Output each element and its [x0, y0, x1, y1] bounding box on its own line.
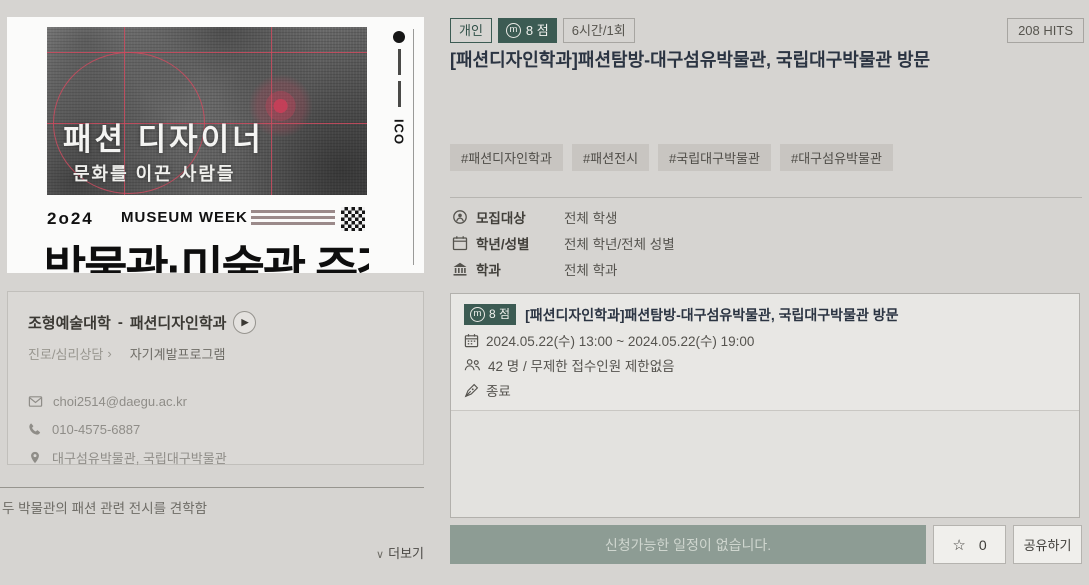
tag-item[interactable]: #패션디자인학과 — [450, 144, 563, 171]
favorite-button[interactable]: ☆ 0 — [933, 525, 1006, 564]
badge-row: 개인 m 8 점 6시간/1회 — [450, 18, 635, 43]
show-more-label: 더보기 — [388, 546, 424, 561]
chevron-down-icon: ∨ — [376, 549, 384, 561]
college-dept-separator: - — [118, 314, 123, 331]
poster-subheadline: 문화를 이끈 사람들 — [73, 160, 235, 186]
duration-badge: 6시간/1회 — [563, 18, 635, 43]
recruit-target-icon — [452, 209, 468, 225]
schedule-status-row: 종료 — [464, 380, 1066, 400]
people-icon — [464, 358, 481, 372]
score-badge: m 8 점 — [498, 18, 557, 43]
schedule-capacity: 42 명 / 무제한 접수인원 제한없음 — [488, 355, 675, 375]
score-badge-label: 8 점 — [526, 22, 549, 39]
info-rows: 모집대상 전체 학생 학년/성별 전체 학년/전체 성별 — [452, 204, 675, 282]
location-pin-icon — [28, 450, 42, 465]
info-value: 전체 학생 — [564, 207, 617, 227]
category-link[interactable]: 진로/심리상담 — [28, 344, 103, 363]
schedule-list: m 8 점 [패션디자인학과]패션탐방-대구섬유박물관, 국립대구박물관 방문 … — [450, 293, 1080, 518]
organizer-card: 조형예술대학 - 패션디자인학과 ▶ 진로/심리상담 › 자기계발프로그램 ch… — [7, 291, 424, 465]
college-name: 조형예술대학 — [28, 312, 111, 333]
info-label: 학년/성별 — [476, 233, 548, 253]
program-poster[interactable]: 패션 디자이너 문화를 이끈 사람들 2o24 MUSEUM WEEK 박물관·… — [7, 17, 424, 273]
tag-item[interactable]: #국립대구박물관 — [658, 144, 771, 171]
schedule-item-header: m 8 점 [패션디자인학과]패션탐방-대구섬유박물관, 국립대구박물관 방문 — [464, 304, 1066, 325]
share-button[interactable]: 공유하기 — [1013, 525, 1082, 564]
mileage-icon: m — [506, 23, 521, 38]
poster-big-title: 박물관·미술관 주간 — [47, 230, 369, 273]
organizer-title-row: 조형예술대학 - 패션디자인학과 ▶ — [28, 311, 403, 334]
info-row-target: 모집대상 전체 학생 — [452, 204, 675, 230]
contact-location-row: 대구섬유박물관, 국립대구박물관 — [28, 443, 403, 471]
show-more-link[interactable]: ∨ 더보기 — [7, 543, 424, 562]
contact-phone-row: 010-4575-6887 — [28, 415, 403, 443]
tag-row: #패션디자인학과 #패션전시 #국립대구박물관 #대구섬유박물관 — [450, 144, 893, 171]
poster-grid-line — [271, 27, 272, 195]
schedule-period-row: 2024.05.22(수) 13:00 ~ 2024.05.22(수) 19:0… — [464, 330, 1066, 350]
category-row: 진로/심리상담 › 자기계발프로그램 — [28, 344, 403, 363]
schedule-capacity-row: 42 명 / 무제한 접수인원 제한없음 — [464, 355, 1066, 375]
contact-email-row: choi2514@daegu.ac.kr — [28, 387, 403, 415]
info-label: 학과 — [476, 259, 548, 279]
mileage-icon: m — [470, 307, 485, 322]
email-value: choi2514@daegu.ac.kr — [53, 394, 187, 409]
favorite-count: 0 — [979, 537, 987, 553]
info-value: 전체 학년/전체 성별 — [564, 233, 675, 253]
info-label: 모집대상 — [476, 207, 548, 227]
description-divider — [0, 487, 424, 488]
info-row-department: 학과 전체 학과 — [452, 256, 675, 282]
poster-photo: 패션 디자이너 문화를 이끈 사람들 — [47, 27, 367, 195]
poster-side-bar — [398, 49, 401, 75]
play-icon: ▶ — [241, 317, 248, 328]
program-detail-page: 패션 디자이너 문화를 이끈 사람들 2o24 MUSEUM WEEK 박물관·… — [0, 0, 1089, 585]
tag-item[interactable]: #대구섬유박물관 — [780, 144, 893, 171]
schedule-period: 2024.05.22(수) 13:00 ~ 2024.05.22(수) 19:0… — [486, 330, 754, 350]
poster-bottom-strip: 2o24 MUSEUM WEEK 박물관·미술관 주간 — [47, 203, 369, 273]
contact-list: choi2514@daegu.ac.kr 010-4575-6887 대구섬유박… — [28, 387, 403, 471]
poster-headline: 패션 디자이너 — [63, 114, 264, 159]
location-value: 대구섬유박물관, 국립대구박물관 — [52, 448, 227, 467]
score-badge: m 8 점 — [464, 304, 516, 325]
phone-value: 010-4575-6887 — [52, 422, 140, 437]
poster-event-name: MUSEUM WEEK — [121, 209, 248, 226]
apply-button-label: 신청가능한 일정이 없습니다. — [605, 535, 771, 555]
page-title: [패션디자인학과]패션탐방-대구섬유박물관, 국립대구박물관 방문 — [450, 46, 1082, 72]
ministry-logo-icon — [393, 31, 405, 43]
program-type-link[interactable]: 자기계발프로그램 — [130, 344, 226, 363]
poster-side-divider — [413, 29, 414, 265]
icom-logo-text: ICO — [392, 119, 407, 145]
info-row-grade-gender: 학년/성별 전체 학년/전체 성별 — [452, 230, 675, 256]
hits-badge: 208 HITS — [1007, 18, 1084, 43]
program-description: 두 박물관의 패션 관련 전시를 견학함 — [2, 497, 422, 517]
schedule-status: 종료 — [486, 380, 511, 400]
info-section-divider — [450, 197, 1082, 198]
share-button-label: 공유하기 — [1024, 535, 1072, 554]
poster-side-bar — [398, 81, 401, 107]
qr-code — [341, 207, 365, 231]
calendar-icon — [464, 333, 479, 348]
poster-side-strip: ICO — [384, 29, 414, 265]
info-value: 전체 학과 — [564, 259, 617, 279]
score-badge-label: 8 점 — [489, 306, 510, 323]
pen-nib-icon — [464, 383, 479, 398]
calendar-icon — [452, 235, 468, 251]
museum-building-icon — [452, 261, 468, 277]
type-badge: 개인 — [450, 18, 492, 43]
schedule-item-title: [패션디자인학과]패션탐방-대구섬유박물관, 국립대구박물관 방문 — [525, 305, 898, 325]
poster-caption-lines — [251, 210, 335, 228]
envelope-icon — [28, 394, 43, 409]
phone-icon — [28, 422, 42, 436]
expand-play-button[interactable]: ▶ — [233, 311, 256, 334]
tag-item[interactable]: #패션전시 — [572, 144, 649, 171]
poster-year: 2o24 — [47, 209, 94, 229]
chevron-right-icon: › — [107, 346, 111, 361]
poster-grid-line — [47, 52, 367, 53]
apply-button[interactable]: 신청가능한 일정이 없습니다. — [450, 525, 926, 564]
star-icon: ☆ — [952, 536, 965, 554]
schedule-item[interactable]: m 8 점 [패션디자인학과]패션탐방-대구섬유박물관, 국립대구박물관 방문 … — [451, 294, 1079, 411]
department-name: 패션디자인학과 — [130, 312, 227, 333]
